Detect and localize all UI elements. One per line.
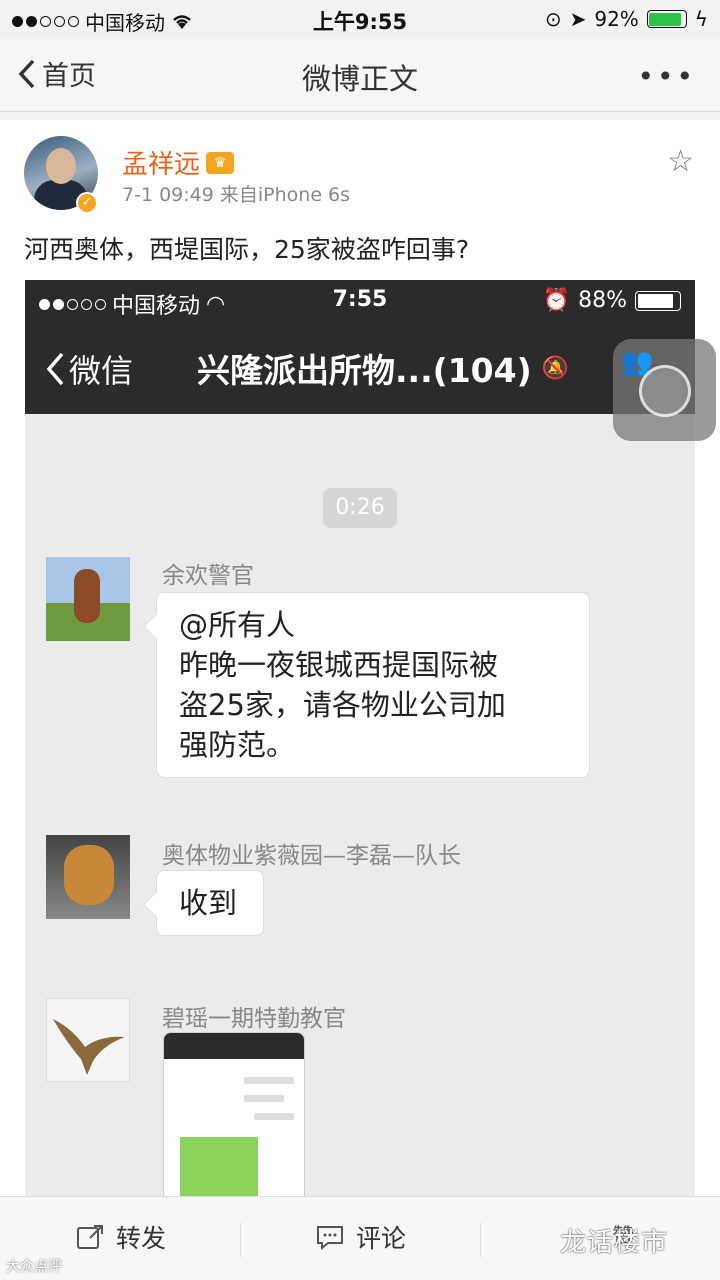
comment-icon: [317, 1226, 343, 1250]
chevron-left-icon: [46, 352, 64, 386]
watermark: 龙话楼市: [560, 1228, 669, 1258]
embedded-header: 中国移动 ◠ 7:55 ⏰ 88% 微信 兴隆派出所物...(104) 🔕: [25, 280, 695, 414]
message-bubble: 收到: [156, 870, 264, 936]
battery-icon: [646, 10, 687, 28]
corner-watermark: 大众点评: [6, 1259, 62, 1275]
mute-bell-icon: 🔕: [541, 355, 570, 381]
post-time: 7-1 09:49: [122, 184, 214, 206]
embedded-battery-percent: 88%: [578, 288, 627, 313]
location-icon: ➤: [569, 7, 587, 31]
comment-button[interactable]: 评论: [316, 1219, 406, 1255]
rotation-lock-icon: ⊙: [544, 7, 562, 31]
embedded-nav: 微信 兴隆派出所物...(104) 🔕: [25, 332, 695, 402]
floating-assistive-button[interactable]: 👥: [613, 339, 716, 441]
message-bubble: @所有人 昨晚一夜银城西提国际被 盗25家，请各物业公司加 强防范。: [156, 592, 590, 778]
eagle-icon: [53, 1019, 125, 1075]
navigation-bar: 首页 微博正文 •••: [0, 38, 720, 112]
more-options-button[interactable]: •••: [637, 60, 696, 93]
favorite-star-icon[interactable]: ☆: [667, 144, 694, 179]
alarm-icon: ⏰: [542, 288, 571, 313]
sender-name: 余欢警官: [162, 563, 254, 589]
post-image[interactable]: 中国移动 ◠ 7:55 ⏰ 88% 微信 兴隆派出所物...(104) 🔕 0:…: [25, 280, 695, 1196]
embedded-status-bar: 中国移动 ◠ 7:55 ⏰ 88%: [25, 280, 695, 322]
battery-percent: 92%: [594, 7, 639, 31]
screen: 中国移动 上午9:55 ⊙ ➤ 92% ϟ 首页 微博正文 ••• ✓ 孟祥远 …: [0, 0, 720, 1280]
embedded-back-label: 微信: [69, 352, 134, 390]
message-line: 强防范。: [179, 728, 296, 762]
page-title: 微博正文: [301, 62, 418, 96]
repost-icon: [77, 1225, 103, 1249]
sender-name: 奥体物业紫薇园—李磊—队长: [162, 843, 461, 869]
message-line: 盗25家，请各物业公司加: [179, 688, 506, 722]
charging-icon: ϟ: [694, 7, 708, 31]
sender-avatar: [46, 557, 130, 641]
repost-label: 转发: [116, 1224, 167, 1253]
vip-crown-icon: ♛: [206, 151, 235, 174]
sender-avatar: [46, 835, 130, 919]
post-card: ✓ 孟祥远 ♛ 7-1 09:49 来自iPhone 6s ☆ 河西奥体，西堤国…: [0, 120, 720, 1196]
battery-icon: [635, 290, 681, 311]
username[interactable]: 孟祥远 ♛: [122, 144, 235, 181]
repost-button[interactable]: 转发: [76, 1219, 166, 1255]
sender-avatar: [46, 998, 130, 1082]
status-bar: 中国移动 上午9:55 ⊙ ➤ 92% ϟ: [0, 0, 720, 38]
message-line: 收到: [179, 886, 238, 920]
sender-name: 碧瑶一期特勤教官: [162, 1006, 346, 1032]
time-pill: 0:26: [323, 488, 397, 528]
embedded-back: 微信: [45, 346, 133, 392]
comment-label: 评论: [356, 1224, 407, 1253]
post-text: 河西奥体，西堤国际，25家被盗咋回事?: [24, 235, 470, 264]
image-message-thumbnail: [163, 1032, 305, 1196]
message-line: @所有人: [179, 608, 296, 642]
message-line: 昨晚一夜银城西提国际被: [179, 648, 499, 682]
embedded-chat-title: 兴隆派出所物...(104) 🔕: [197, 351, 570, 390]
verified-badge-icon: ✓: [76, 192, 98, 214]
post-source: 来自iPhone 6s: [219, 184, 351, 206]
post-meta: 7-1 09:49 来自iPhone 6s: [122, 180, 350, 207]
